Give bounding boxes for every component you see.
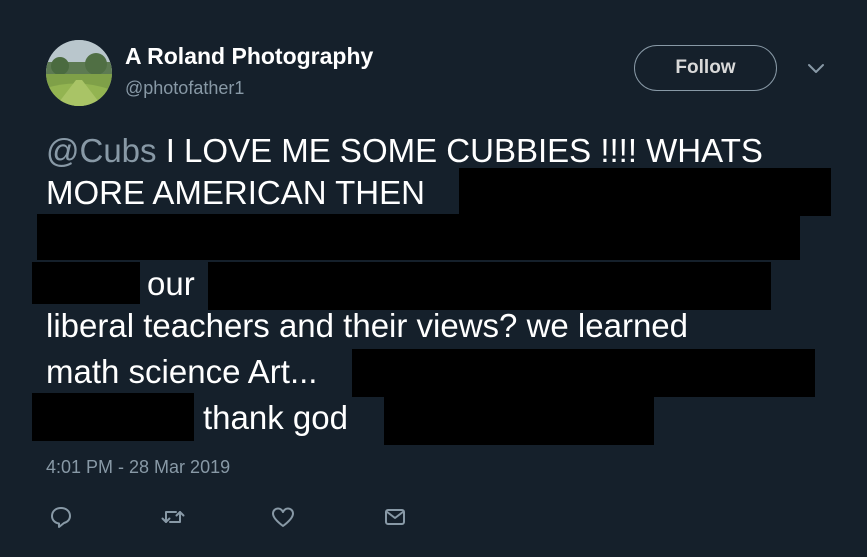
follow-button[interactable]: Follow xyxy=(634,45,777,91)
redaction-block xyxy=(352,349,815,397)
tweet-text-line-1-rest: I LOVE ME SOME CUBBIES !!!! WHATS xyxy=(156,132,763,169)
display-name[interactable]: A Roland Photography xyxy=(125,43,373,70)
redaction-block xyxy=(208,262,771,310)
redaction-block xyxy=(32,393,194,441)
tweet-text-line-2: MORE AMERICAN THEN xyxy=(46,174,425,211)
avatar[interactable] xyxy=(46,40,112,106)
redaction-block xyxy=(37,214,800,260)
tweet-timestamp[interactable]: 4:01 PM - 28 Mar 2019 xyxy=(46,457,230,478)
heart-icon[interactable] xyxy=(270,504,296,530)
tweet-text-line-6: math science Art... xyxy=(46,353,318,390)
envelope-icon[interactable] xyxy=(382,504,408,530)
redaction-block xyxy=(384,397,654,445)
reply-icon[interactable] xyxy=(48,504,74,530)
user-handle[interactable]: @photofather1 xyxy=(125,78,244,99)
chevron-down-icon[interactable] xyxy=(806,62,826,76)
redaction-block xyxy=(459,168,831,216)
mention-link[interactable]: @Cubs xyxy=(46,132,157,169)
tweet-text-line-1: @Cubs I LOVE ME SOME CUBBIES !!!! WHATS xyxy=(46,131,763,171)
tweet-text-line-4: our xyxy=(147,265,195,302)
redaction-block xyxy=(32,262,140,304)
tweet-text-line-7: thank god xyxy=(203,399,348,436)
avatar-landscape-image xyxy=(46,40,112,106)
tweet-text-line-5: liberal teachers and their views? we lea… xyxy=(46,307,689,344)
retweet-icon[interactable] xyxy=(160,504,186,530)
